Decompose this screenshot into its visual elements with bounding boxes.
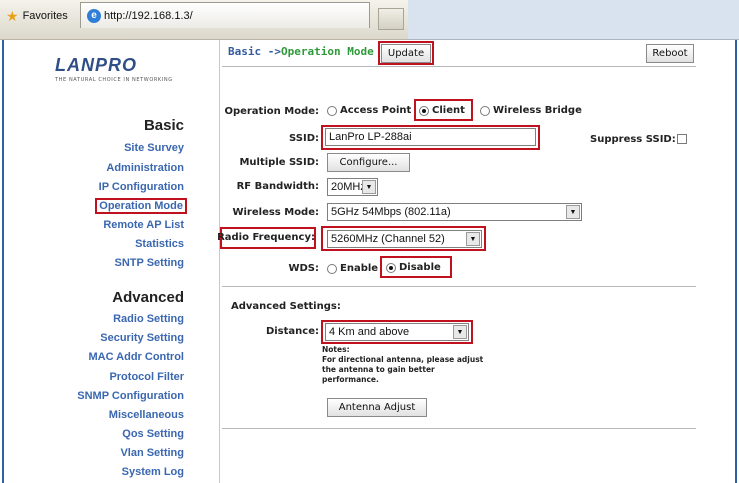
nav-operation-mode[interactable]: Operation Mode bbox=[95, 198, 187, 214]
wireless-mode-value: 5GHz 54Mbps (802.11a) bbox=[331, 206, 451, 218]
distance-select[interactable]: 4 Km and above ▼ bbox=[325, 323, 469, 341]
sidebar-divider bbox=[219, 40, 220, 483]
nav-remote-ap-list[interactable]: Remote AP List bbox=[103, 219, 184, 231]
radio-wds-enable-label: Enable bbox=[340, 263, 379, 274]
tab-url: http://192.168.1.3/ bbox=[104, 9, 193, 22]
nav-miscellaneous[interactable]: Miscellaneous bbox=[109, 409, 184, 421]
favorites-button[interactable]: ★ Favorites bbox=[6, 6, 68, 26]
nav-system-log[interactable]: System Log bbox=[122, 466, 184, 478]
star-icon: ★ bbox=[6, 7, 19, 24]
radio-frequency-select[interactable]: 5260MHz (Channel 52) ▼ bbox=[327, 230, 482, 248]
radio-access-point-label: Access Point bbox=[340, 105, 412, 116]
new-tab-button[interactable] bbox=[378, 8, 404, 30]
ssid-label: SSID: bbox=[289, 133, 319, 144]
radio-wds-disable-label: Disable bbox=[399, 262, 441, 273]
configure-button[interactable]: Configure... bbox=[327, 153, 410, 172]
nav-site-survey[interactable]: Site Survey bbox=[124, 142, 184, 154]
notes: Notes: For directional antenna, please a… bbox=[322, 345, 483, 385]
distance-label: Distance: bbox=[265, 326, 319, 337]
breadcrumb-prefix: Basic -> bbox=[228, 45, 281, 58]
chevron-down-icon: ▼ bbox=[466, 232, 480, 246]
radio-dot bbox=[327, 105, 337, 116]
section-advanced-title: Advanced bbox=[112, 289, 184, 306]
section-basic-title: Basic bbox=[143, 117, 184, 134]
nav-administration[interactable]: Administration bbox=[106, 162, 184, 174]
radio-wds-disable[interactable]: Disable bbox=[386, 262, 441, 273]
header-divider bbox=[222, 66, 696, 67]
logo-tagline: THE NATURAL CHOICE IN NETWORKING bbox=[55, 77, 173, 83]
browser-tab[interactable]: e http://192.168.1.3/ bbox=[80, 2, 370, 28]
favorites-label: Favorites bbox=[22, 10, 68, 22]
rf-bandwidth-value: 20MHz bbox=[331, 181, 366, 193]
nav-snmp-configuration[interactable]: SNMP Configuration bbox=[77, 390, 184, 402]
multiple-ssid-label: Multiple SSID: bbox=[239, 157, 319, 168]
radio-dot-selected bbox=[419, 105, 429, 116]
rf-bandwidth-select[interactable]: 20MHz ▼ bbox=[327, 178, 378, 196]
notes-line: performance. bbox=[322, 375, 379, 384]
update-button[interactable]: Update bbox=[381, 44, 431, 63]
radio-wireless-bridge[interactable]: Wireless Bridge bbox=[480, 105, 582, 116]
chevron-down-icon: ▼ bbox=[362, 180, 376, 194]
advanced-settings-title: Advanced Settings: bbox=[231, 301, 341, 312]
nav-statistics[interactable]: Statistics bbox=[135, 238, 184, 250]
wireless-mode-label: Wireless Mode: bbox=[232, 207, 319, 218]
nav-mac-addr-control[interactable]: MAC Addr Control bbox=[88, 351, 184, 363]
lanpro-logo: LANPRO THE NATURAL CHOICE IN NETWORKING bbox=[55, 55, 185, 83]
nav-ip-configuration[interactable]: IP Configuration bbox=[99, 181, 184, 193]
notes-line: the antenna to gain better bbox=[322, 365, 435, 374]
logo-brand: LANPRO bbox=[55, 55, 137, 75]
radio-client-label: Client bbox=[432, 105, 465, 116]
browser-toolbar: ★ Favorites e http://192.168.1.3/ bbox=[0, 0, 739, 40]
suppress-ssid-label: Suppress SSID: bbox=[590, 134, 676, 145]
radio-access-point[interactable]: Access Point bbox=[327, 105, 411, 116]
nav-vlan-setting[interactable]: Vlan Setting bbox=[120, 447, 184, 459]
notes-title: Notes: bbox=[322, 345, 350, 354]
chevron-down-icon: ▼ bbox=[453, 325, 467, 339]
reboot-button[interactable]: Reboot bbox=[646, 44, 694, 63]
ssid-input[interactable]: LanPro LP-288ai bbox=[325, 128, 536, 146]
chevron-down-icon: ▼ bbox=[566, 205, 580, 219]
nav-sntp-setting[interactable]: SNTP Setting bbox=[115, 257, 184, 269]
wds-label: WDS: bbox=[288, 263, 319, 274]
antenna-adjust-button[interactable]: Antenna Adjust bbox=[327, 398, 427, 417]
radio-dot bbox=[480, 105, 490, 116]
breadcrumb-current: Operation Mode bbox=[280, 45, 374, 58]
section-divider bbox=[222, 428, 696, 429]
radio-wireless-bridge-label: Wireless Bridge bbox=[493, 105, 582, 116]
nav-radio-setting[interactable]: Radio Setting bbox=[113, 313, 184, 325]
nav-security-setting[interactable]: Security Setting bbox=[100, 332, 184, 344]
radio-dot-selected bbox=[386, 262, 396, 273]
wireless-mode-select[interactable]: 5GHz 54Mbps (802.11a) ▼ bbox=[327, 203, 582, 221]
ie-icon: e bbox=[87, 8, 101, 23]
breadcrumb: Basic ->Operation Mode bbox=[228, 45, 374, 58]
toolbar-background bbox=[408, 0, 739, 40]
nav-protocol-filter[interactable]: Protocol Filter bbox=[109, 371, 184, 383]
nav-qos-setting[interactable]: Qos Setting bbox=[122, 428, 184, 440]
rf-bandwidth-label: RF Bandwidth: bbox=[236, 181, 319, 192]
section-divider bbox=[222, 286, 696, 287]
radio-frequency-value: 5260MHz (Channel 52) bbox=[331, 233, 445, 245]
radio-wds-enable[interactable]: Enable bbox=[327, 263, 378, 274]
distance-value: 4 Km and above bbox=[329, 326, 410, 338]
radio-client[interactable]: Client bbox=[419, 105, 465, 116]
radio-frequency-label: Radio Frequency: bbox=[217, 232, 315, 243]
radio-dot bbox=[327, 263, 337, 274]
notes-line: For directional antenna, please adjust bbox=[322, 355, 484, 364]
operation-mode-label: Operation Mode: bbox=[224, 106, 319, 117]
suppress-ssid-checkbox[interactable] bbox=[677, 134, 687, 144]
